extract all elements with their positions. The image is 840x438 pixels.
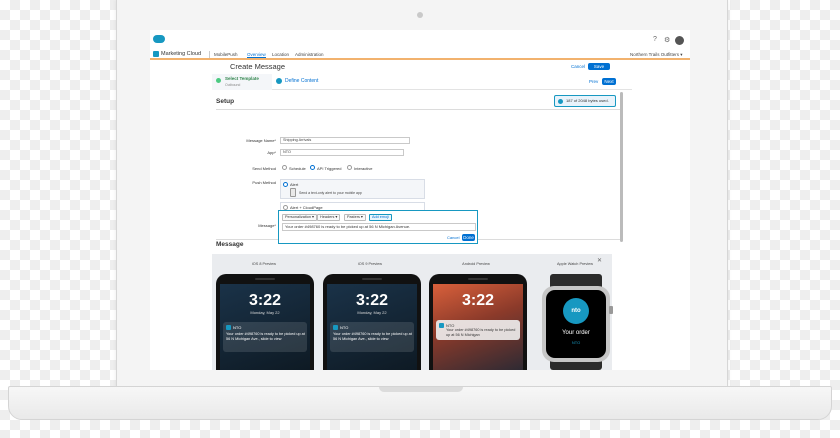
radio-interactive-label: Interactive xyxy=(354,166,373,171)
watch-preview-label: Apple Watch Preview xyxy=(557,262,593,266)
wizard-step-define-content[interactable]: Define Content xyxy=(285,78,318,84)
laptop-base xyxy=(8,386,832,420)
app-icon xyxy=(226,325,231,330)
lockscreen-time: 3:22 xyxy=(248,292,282,309)
message-cancel-link[interactable]: Cancel xyxy=(447,235,459,240)
push-option-alert[interactable]: Alert Send a text-only alert to your mob… xyxy=(280,179,425,199)
lockscreen-date: Monday, May 22 xyxy=(357,310,387,315)
app-screen: ? ⚙ Marketing Cloud MobilePush Overview … xyxy=(150,30,690,370)
prev-link[interactable]: Prev xyxy=(589,79,598,84)
next-button[interactable]: Next xyxy=(602,78,616,85)
step1-sublabel: Outbound xyxy=(225,83,241,87)
phone-lockscreen: 3:22 Monday, May 22 NTO Your order #4987… xyxy=(327,284,417,370)
ios9-preview-label: iOS 9 Preview xyxy=(357,262,383,266)
check-icon xyxy=(216,78,221,83)
phone-lockscreen: 3:22 Monday, May 22 NTO Your order #4987… xyxy=(220,284,310,370)
laptop-notch xyxy=(379,387,463,392)
personalization-dropdown[interactable]: Personalization ▾ xyxy=(282,214,317,221)
business-unit-selector[interactable]: Northern Trails Outfitters ▾ xyxy=(630,52,683,58)
app-select[interactable]: NTO xyxy=(280,149,404,156)
avatar[interactable] xyxy=(675,36,684,45)
message-name-input[interactable]: Shipping Arrivals xyxy=(280,137,410,144)
notification-text: Your order #498760 is ready to be picked… xyxy=(333,332,412,341)
step1-label: Select Template xyxy=(225,76,259,81)
push-method-label: Push Method xyxy=(252,180,276,185)
tab-mobilepush[interactable]: MobilePush xyxy=(214,52,238,57)
wizard-step-select-template[interactable]: Select Template Outbound xyxy=(212,74,272,90)
message-editor: Personalization ▾ Headers ▾ Pasters ▾ Ad… xyxy=(278,210,478,244)
scrollbar[interactable] xyxy=(620,92,623,242)
setup-divider xyxy=(216,109,620,110)
notification-app-name: NTO xyxy=(233,325,242,330)
save-button[interactable]: Save xyxy=(588,63,610,70)
wizard-steps: Select Template Outbound Define Content … xyxy=(212,74,632,90)
message-textarea[interactable]: Your order #498760 is ready to be picked… xyxy=(282,223,476,231)
apple-watch-preview: nto Your order NTO xyxy=(542,286,610,362)
ios9-phone-preview: 3:22 Monday, May 22 NTO Your order #4987… xyxy=(323,274,421,370)
preview-panel: ✕ iOS 8 Preview iOS 9 Preview Android Pr… xyxy=(212,254,613,370)
app-launcher-icon[interactable] xyxy=(153,51,159,57)
step-indicator-icon xyxy=(276,78,282,84)
bytes-used-text: 187 of 2048 bytes used. xyxy=(566,98,609,103)
tab-overview[interactable]: Overview xyxy=(247,52,266,58)
radio-api-triggered-label: API Triggered xyxy=(317,166,342,171)
bytes-info-box: 187 of 2048 bytes used. xyxy=(554,95,616,107)
salesforce-logo[interactable] xyxy=(153,35,165,43)
app-label: App* xyxy=(267,150,276,155)
radio-alert[interactable] xyxy=(283,182,288,187)
nav-divider xyxy=(209,51,210,58)
push-notification: NTO Your order #498760 is ready to be pi… xyxy=(330,322,414,352)
speaker-icon xyxy=(468,278,488,280)
app-icon xyxy=(333,325,338,330)
lockscreen-date: Monday, May 22 xyxy=(250,310,280,315)
watch-crown xyxy=(609,306,613,314)
speaker-icon xyxy=(362,278,382,280)
lockscreen-time: 3:22 xyxy=(461,292,495,309)
headers-dropdown[interactable]: Headers ▾ xyxy=(317,214,341,221)
tab-location[interactable]: Location xyxy=(272,52,289,57)
watch-message: Your order xyxy=(562,330,590,336)
radio-schedule[interactable] xyxy=(282,165,287,170)
push-notification: NTO Your order #498760 is ready to be pi… xyxy=(223,322,307,352)
info-icon xyxy=(558,99,563,104)
send-method-label: Send Method xyxy=(252,166,276,171)
ios8-preview-label: iOS 8 Preview xyxy=(251,262,277,266)
pasters-dropdown[interactable]: Pasters ▾ xyxy=(344,214,366,221)
gear-icon[interactable]: ⚙ xyxy=(664,36,670,44)
nto-logo-icon: nto xyxy=(563,298,589,324)
webcam-icon xyxy=(417,12,423,18)
message-done-button[interactable]: Done xyxy=(462,234,475,241)
watch-app-name: NTO xyxy=(571,340,581,345)
speaker-icon xyxy=(255,278,275,280)
message-name-label: Message Name* xyxy=(246,138,276,143)
alert-description: Send a text-only alert to your mobile ap… xyxy=(299,191,362,195)
radio-schedule-label: Schedule xyxy=(289,166,306,171)
app-navigation: Marketing Cloud MobilePush Overview Loca… xyxy=(150,50,690,60)
message-label: Message* xyxy=(258,223,276,228)
ios8-phone-preview: 3:22 Monday, May 22 NTO Your order #4987… xyxy=(216,274,314,370)
notification-text: Your order #498760 is ready to be picked… xyxy=(446,328,516,337)
global-header: ? ⚙ xyxy=(150,30,690,48)
phone-lockscreen: 3:22 NTO Your order #498760 is ready to … xyxy=(433,284,523,370)
lockscreen-time: 3:22 xyxy=(355,292,389,309)
radio-api-triggered[interactable] xyxy=(310,165,315,170)
tab-administration[interactable]: Administration xyxy=(295,52,324,57)
setup-heading: Setup xyxy=(216,98,235,105)
notification-text: Your order #498760 is ready to be picked… xyxy=(226,332,305,341)
android-preview-label: Android Preview xyxy=(462,262,490,266)
phone-thumbnail-icon xyxy=(290,188,296,197)
app-icon xyxy=(439,323,444,328)
message-heading: Message xyxy=(216,241,244,248)
cancel-link[interactable]: Cancel xyxy=(571,64,585,69)
alert-label: Alert xyxy=(290,182,299,187)
help-icon[interactable]: ? xyxy=(653,36,657,43)
notification-app-name: NTO xyxy=(340,325,349,330)
page-title: Create Message xyxy=(230,62,286,71)
add-emoji-button[interactable]: Add emoji xyxy=(369,214,392,221)
watch-screen: nto Your order NTO xyxy=(546,290,606,358)
radio-interactive[interactable] xyxy=(347,165,352,170)
push-notification: NTO Your order #498760 is ready to be pi… xyxy=(436,320,520,340)
android-phone-preview: 3:22 NTO Your order #498760 is ready to … xyxy=(429,274,527,370)
app-name: Marketing Cloud xyxy=(161,51,202,57)
